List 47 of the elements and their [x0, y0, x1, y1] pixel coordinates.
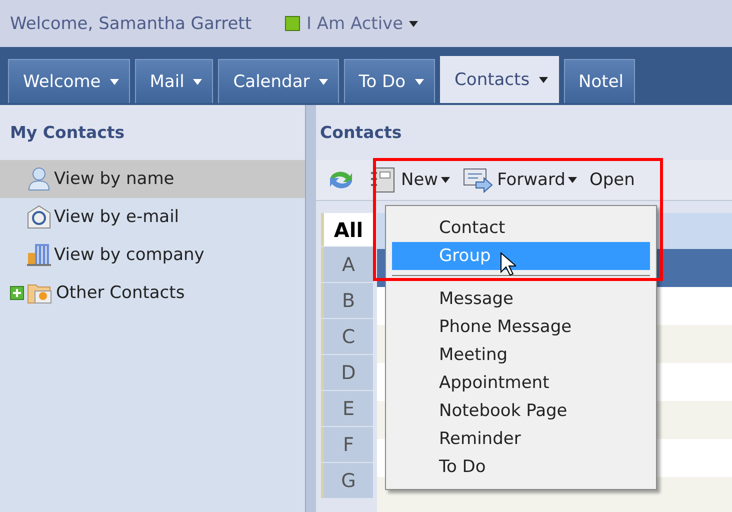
pane-splitter[interactable] [305, 105, 316, 512]
nav-tab[interactable]: Welcome [8, 59, 130, 103]
building-icon [26, 243, 52, 267]
nav-tab[interactable]: Notel [564, 59, 635, 103]
pointer-icon [500, 252, 516, 276]
expand-icon[interactable] [10, 286, 24, 300]
sidebar-title: My Contacts [0, 105, 305, 160]
menu-item[interactable]: Reminder [392, 425, 650, 453]
new-button[interactable]: New [368, 166, 450, 194]
welcome-text: Welcome, Samantha Garrett [10, 14, 252, 34]
letter-tab[interactable]: A [321, 247, 373, 282]
caret-icon [568, 177, 578, 183]
sidebar-item[interactable]: Other Contacts [0, 274, 305, 312]
caret-icon [414, 78, 424, 84]
menu-item[interactable]: Message [392, 285, 650, 313]
menu-item[interactable]: Phone Message [392, 313, 650, 341]
menu-item[interactable]: Meeting [392, 341, 650, 369]
nav-tab[interactable]: To Do [344, 59, 435, 103]
status-text[interactable]: I Am Active [306, 14, 404, 34]
caret-icon [318, 78, 328, 84]
sidebar-item[interactable]: View by e-mail [0, 198, 305, 236]
menu-item[interactable]: Appointment [392, 369, 650, 397]
menu-item[interactable]: To Do [392, 453, 650, 481]
menu-item[interactable]: Contact [392, 214, 650, 242]
nav-tab[interactable]: Mail [134, 59, 214, 103]
letter-tab[interactable]: B [321, 283, 373, 318]
caret-icon [538, 77, 548, 83]
person-icon [26, 167, 52, 191]
nav-tab[interactable]: Contacts [440, 56, 559, 103]
open-button[interactable]: Open [589, 170, 635, 190]
caret-icon [110, 78, 119, 84]
letter-tab[interactable]: F [321, 427, 373, 462]
sidebar-item[interactable]: View by name [0, 160, 305, 198]
menu-item[interactable]: Notebook Page [392, 397, 650, 425]
caret-icon [409, 20, 418, 26]
letter-tab[interactable]: E [321, 391, 373, 426]
sidebar-item[interactable]: View by company [0, 236, 305, 274]
caret-icon [441, 177, 450, 183]
letter-tab[interactable]: All [321, 213, 373, 246]
letter-tab[interactable]: D [321, 355, 373, 390]
nav-tab[interactable]: Calendar [218, 59, 339, 103]
letter-tab[interactable]: G [321, 463, 373, 498]
email-icon [26, 205, 52, 229]
forward-button[interactable]: Forward [462, 166, 578, 194]
caret-icon [193, 78, 202, 84]
forward-icon [462, 166, 494, 194]
letter-tab[interactable]: C [321, 319, 373, 354]
